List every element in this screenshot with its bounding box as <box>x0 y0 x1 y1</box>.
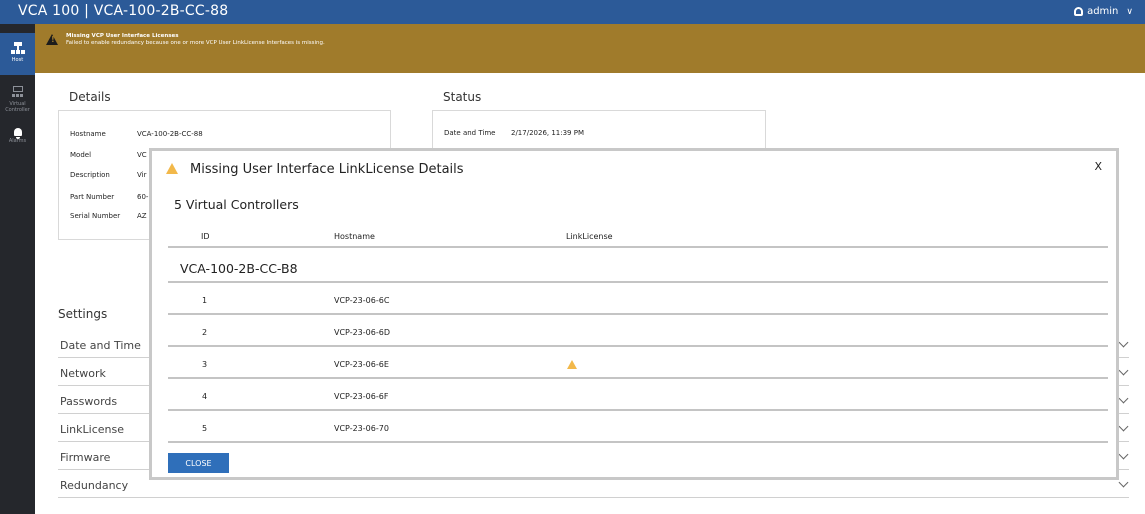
row-id: 4 <box>202 392 208 401</box>
field-label: Hostname <box>70 130 106 138</box>
sidebar: Host Virtual Controller Alarms <box>0 24 35 514</box>
row-id: 5 <box>202 424 208 433</box>
user-menu[interactable]: admin ∨ <box>1074 6 1133 17</box>
modal-title: Missing User Interface LinkLicense Detai… <box>190 162 464 177</box>
chevron-down-icon <box>1118 337 1129 348</box>
divider <box>168 345 1108 347</box>
chevron-down-icon: ∨ <box>1126 6 1133 17</box>
field-label: Serial Number <box>70 212 121 220</box>
hostname-value: VCA-100-2B-CC-88 <box>137 130 203 138</box>
serial-number-value: AZ <box>137 212 147 220</box>
warning-banner: Missing VCP User Interface Licenses Fail… <box>35 24 1145 73</box>
license-missing-warning-icon <box>567 360 577 369</box>
row-hostname: VCP-23-06-6D <box>334 328 390 337</box>
divider <box>168 246 1108 248</box>
date-time-value: 2/17/2026, 11:39 PM <box>511 129 585 137</box>
sidebar-item-label: Virtual Controller <box>5 101 30 113</box>
license-details-modal: Missing User Interface LinkLicense Detai… <box>149 148 1119 480</box>
row-hostname: VCP-23-06-6F <box>334 392 389 401</box>
app-title: VCA 100 | VCA-100-2B-CC-88 <box>18 3 229 19</box>
divider <box>168 409 1108 411</box>
warning-icon <box>46 34 58 45</box>
chevron-down-icon <box>1118 393 1129 404</box>
banner-message: Failed to enable redundancy because one … <box>66 40 325 46</box>
settings-title: Settings <box>58 307 108 321</box>
field-label: Date and Time <box>444 129 496 137</box>
row-hostname: VCP-23-06-70 <box>334 424 389 433</box>
controller-count: 5 Virtual Controllers <box>174 197 299 212</box>
settings-row-label: Date and Time <box>60 339 141 352</box>
divider <box>168 377 1108 379</box>
field-label: Part Number <box>70 193 115 201</box>
column-header-id: ID <box>201 232 210 241</box>
settings-row-label: Passwords <box>60 395 118 408</box>
host-icon <box>10 42 25 55</box>
chevron-down-icon <box>1118 477 1129 488</box>
sidebar-item-label: Host <box>11 57 24 63</box>
top-bar: VCA 100 | VCA-100-2B-CC-88 admin ∨ <box>0 0 1145 24</box>
column-header-hostname: Hostname <box>334 232 375 241</box>
divider <box>168 313 1108 315</box>
settings-row-label: Redundancy <box>60 479 129 492</box>
group-label: VCA-100-2B-CC-B8 <box>180 261 298 276</box>
settings-row-label: Network <box>60 367 106 380</box>
row-hostname: VCP-23-06-6C <box>334 296 390 305</box>
chevron-down-icon <box>1118 421 1129 432</box>
row-id: 3 <box>202 360 208 369</box>
sidebar-item-virtual-controller[interactable]: Virtual Controller <box>0 77 35 119</box>
virtual-controller-icon <box>11 86 25 99</box>
status-title: Status <box>443 90 482 104</box>
user-icon <box>1074 7 1084 16</box>
user-name: admin <box>1087 6 1119 17</box>
chevron-down-icon <box>1118 365 1129 376</box>
chevron-down-icon <box>1118 449 1129 460</box>
close-button[interactable]: CLOSE <box>168 453 229 473</box>
divider <box>168 441 1108 443</box>
settings-row-label: LinkLicense <box>60 423 124 436</box>
settings-row-label: Firmware <box>60 451 111 464</box>
model-value: VC <box>137 151 147 159</box>
field-label: Description <box>70 171 110 179</box>
bell-icon <box>13 128 22 139</box>
details-title: Details <box>69 90 111 104</box>
row-id: 1 <box>202 296 208 305</box>
divider <box>168 281 1108 283</box>
sidebar-item-alarms[interactable]: Alarms <box>0 120 35 162</box>
row-hostname: VCP-23-06-6E <box>334 360 389 369</box>
warning-icon <box>166 163 178 174</box>
banner-title: Missing VCP User Interface Licenses <box>66 33 179 39</box>
part-number-value: 60- <box>137 193 149 201</box>
field-label: Model <box>70 151 92 159</box>
close-icon[interactable]: X <box>1094 160 1102 173</box>
column-header-linklicense: LinkLicense <box>566 232 613 241</box>
description-value: Vir <box>137 171 147 179</box>
row-id: 2 <box>202 328 208 337</box>
sidebar-item-host[interactable]: Host <box>0 33 35 75</box>
